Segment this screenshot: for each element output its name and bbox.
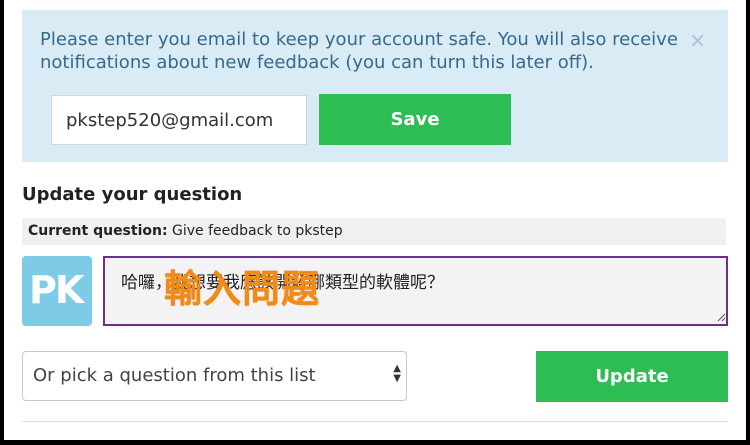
divider: [22, 421, 728, 422]
current-question: Current question: Give feedback to pkste…: [22, 218, 726, 245]
section-title: Update your question: [22, 184, 243, 205]
email-field[interactable]: [51, 95, 307, 145]
question-select[interactable]: Or pick a question from this list ▲ ▼: [22, 351, 407, 401]
save-button[interactable]: Save: [319, 94, 511, 145]
resize-grip-icon[interactable]: [717, 313, 726, 322]
question-select-value: Or pick a question from this list: [33, 365, 316, 386]
avatar: PK: [22, 256, 92, 326]
email-notice: Please enter you email to keep your acco…: [22, 10, 728, 162]
current-question-label: Current question:: [28, 223, 168, 239]
close-icon[interactable]: ×: [689, 30, 706, 50]
notice-message: Please enter you email to keep your acco…: [40, 29, 678, 73]
question-input[interactable]: 哈囉，我想要我應該開發哪類型的軟體呢？: [103, 256, 728, 326]
update-button[interactable]: Update: [536, 351, 728, 402]
current-question-value: Give feedback to pkstep: [172, 223, 343, 239]
select-arrows-icon: ▲ ▼: [393, 363, 401, 384]
avatar-initials: PK: [29, 268, 84, 312]
page-frame: Please enter you email to keep your acco…: [4, 0, 746, 440]
